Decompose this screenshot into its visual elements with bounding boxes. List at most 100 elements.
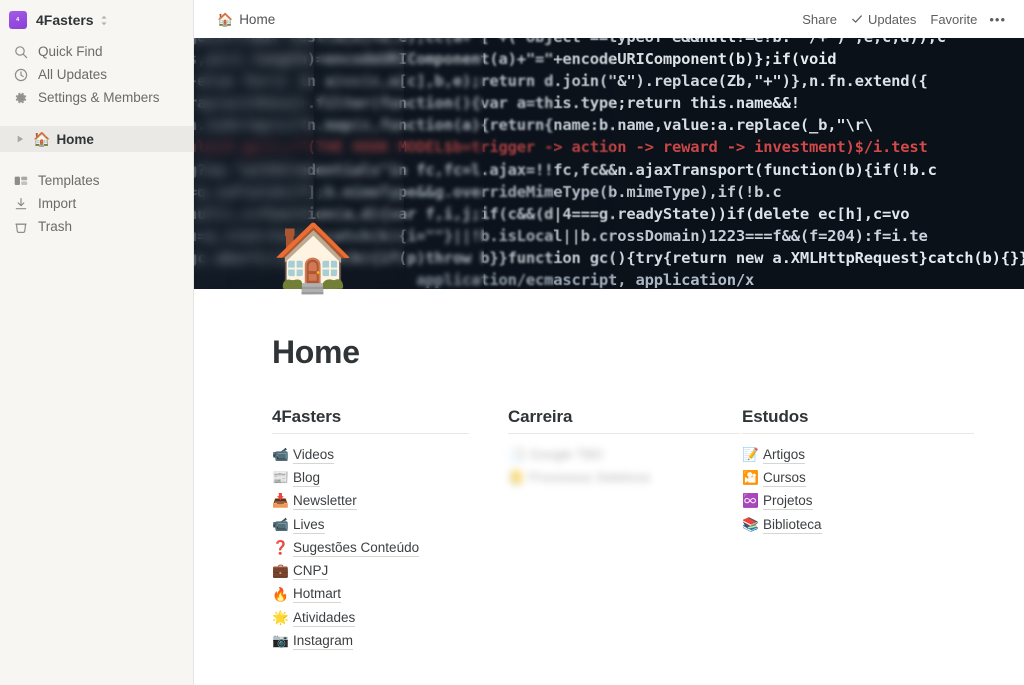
page-link-label: Newsletter [293,493,357,511]
app-root: 4 4Fasters Quick Find All Updates Settin… [0,0,1024,685]
page-link-label: Atividades [293,609,356,627]
sidebar-item-all-updates[interactable]: All Updates [0,63,193,86]
column-divider [508,433,740,434]
sidebar-item-home[interactable]: 🏠 Home [0,126,193,152]
page-link[interactable]: 🔥 Hotmart [272,583,506,606]
triangle-right-icon[interactable] [13,132,27,146]
page-link-label: Processos Seletivos [529,469,651,485]
column-heading: 4Fasters [272,407,342,426]
page-link-emoji-icon: 🎦 [742,470,759,486]
sidebar-item-templates[interactable]: Templates [0,169,193,192]
content-column: Estudos 📝 Artigos 🎦 Cursos ♾️ Projetos 📚 Bibliot… [742,407,976,653]
page-inner: Home 4Fasters 📹 Videos 📰 Blog 📥 Newsletter 📹 Liv… [194,289,1024,653]
page-link[interactable]: 📥 Newsletter [272,490,506,513]
check-icon [851,13,863,25]
page-link-emoji-icon: ❓ [272,540,289,556]
sidebar: 4 4Fasters Quick Find All Updates Settin… [0,0,194,685]
page-link-label: Cursos [763,469,806,487]
column-divider [742,433,974,434]
page-link-emoji-icon: 🔥 [272,586,289,602]
trash-icon [13,219,29,235]
cover-code-line: =q.swFields[f];b.mimeType&&g.overrideMim… [194,182,782,201]
page-link[interactable]: 📝 Artigos [742,443,976,466]
sidebar-item-quick-find[interactable]: Quick Find [0,40,193,63]
page-link-emoji-icon: 📹 [272,516,289,532]
sidebar-item-label: All Updates [38,67,108,82]
page-link[interactable]: 💼 CNPJ [272,559,506,582]
templates-icon [13,173,29,189]
page-link-emoji-icon: 📚 [742,516,759,532]
sidebar-item-label: Trash [38,219,73,234]
page-title: Home [272,334,360,370]
share-button[interactable]: Share [795,8,844,31]
sidebar-divider [0,109,193,126]
page-body: Home 4Fasters 📹 Videos 📰 Blog 📥 Newsletter 📹 Liv… [194,289,1024,685]
clock-icon [13,67,29,83]
favorite-button[interactable]: Favorite [923,8,984,31]
sidebar-item-label: Quick Find [38,44,103,59]
sidebar-item-label: Import [38,196,77,211]
workspace-logo-letter: 4 [16,17,20,23]
cover-code-line: ray(a){this}).filter(function(){var a=th… [194,94,800,113]
page-link-emoji-icon: 📝 [742,446,759,462]
page-link-emoji-icon: 📰 [272,470,289,486]
page-icon-house-icon[interactable]: 🏠 [272,224,354,290]
search-icon [13,44,29,60]
cover-code-line: g?ua."withCredentials"in fc,fc=l.ajax=!!… [194,160,937,179]
page-link-label: Videos [293,446,335,464]
house-icon: 🏠 [33,131,51,147]
cover-code-line: s,a[c].length)=encodeURIComponent(a)+"="… [194,50,837,69]
page-link-label: Artigos [763,446,806,464]
page-link[interactable]: 📹 Lives [272,513,506,536]
cover-code-line: n.isArray(c)?n.map(c,function(a){return{… [194,116,873,135]
page-link[interactable]: 📰 Blog [272,466,506,489]
page-link-emoji-icon: 📥 [272,493,289,509]
import-icon [13,196,29,212]
page-link-emoji-icon: 📑 [508,446,525,462]
house-icon: 🏠 [217,11,234,27]
content-column: Carreira 📑 Google TBD 📒 Processos Seletivos [508,407,742,653]
page-link-label: Biblioteca [763,516,822,534]
main-area: 🏠 Home Share Updates Favorite ••• ge{if(… [194,0,1024,685]
column-divider [272,433,469,434]
page-link-emoji-icon: 📹 [272,446,289,462]
cover-code-line: }else for(c in a)cc(c,a[c],b,e);return d… [194,72,928,91]
sidebar-divider-2 [0,152,193,169]
page-link-label: Google TBD [529,446,604,462]
page-link[interactable]: ❓ Sugestões Conteúdo [272,536,506,559]
sidebar-item-settings-members[interactable]: Settings & Members [0,86,193,109]
page-link-label: CNPJ [293,563,329,581]
page-link[interactable]: 📷 Instagram [272,629,506,652]
sidebar-item-label: Settings & Members [38,90,160,105]
page-link-label: Lives [293,516,325,534]
page-link-emoji-icon: 💼 [272,563,289,579]
page-link-label: Projetos [763,493,813,511]
page-link[interactable]: 📚 Biblioteca [742,513,976,536]
sidebar-item-label: Templates [38,173,100,188]
more-options-icon[interactable]: ••• [984,8,1011,31]
cover-code-line: ule>8 gc();/*(THE HOOK MODEL$b=trigger -… [194,138,928,157]
page-link[interactable]: 📒 Processos Seletivos [508,466,742,489]
sidebar-item-trash[interactable]: Trash [0,215,193,238]
page-link-label: Hotmart [293,586,342,604]
column-heading: Estudos [742,407,809,426]
sidebar-item-import[interactable]: Import [0,192,193,215]
updates-label: Updates [867,11,917,27]
page-link[interactable]: 📑 Google TBD [508,443,742,466]
page-link[interactable]: 🌟 Atividades [272,606,506,629]
page-link-emoji-icon: 🌟 [272,609,289,625]
page-link[interactable]: 📹 Videos [272,443,506,466]
breadcrumb[interactable]: 🏠 Home [212,9,280,30]
page-link-emoji-icon: 📷 [272,633,289,649]
page-link[interactable]: ♾️ Projetos [742,490,976,513]
page-link[interactable]: 🎦 Cursos [742,466,976,489]
updates-button[interactable]: Updates [844,8,923,31]
page-link-label: Instagram [293,633,354,651]
page-link-label: Sugestões Conteúdo [293,539,420,557]
topbar: 🏠 Home Share Updates Favorite ••• [194,0,1024,38]
page-link-emoji-icon: 📒 [508,470,525,486]
workspace-name: 4Fasters [36,12,94,28]
breadcrumb-label: Home [239,11,276,27]
workspace-switcher[interactable]: 4 4Fasters [0,6,193,34]
sidebar-page-label: Home [56,131,94,147]
